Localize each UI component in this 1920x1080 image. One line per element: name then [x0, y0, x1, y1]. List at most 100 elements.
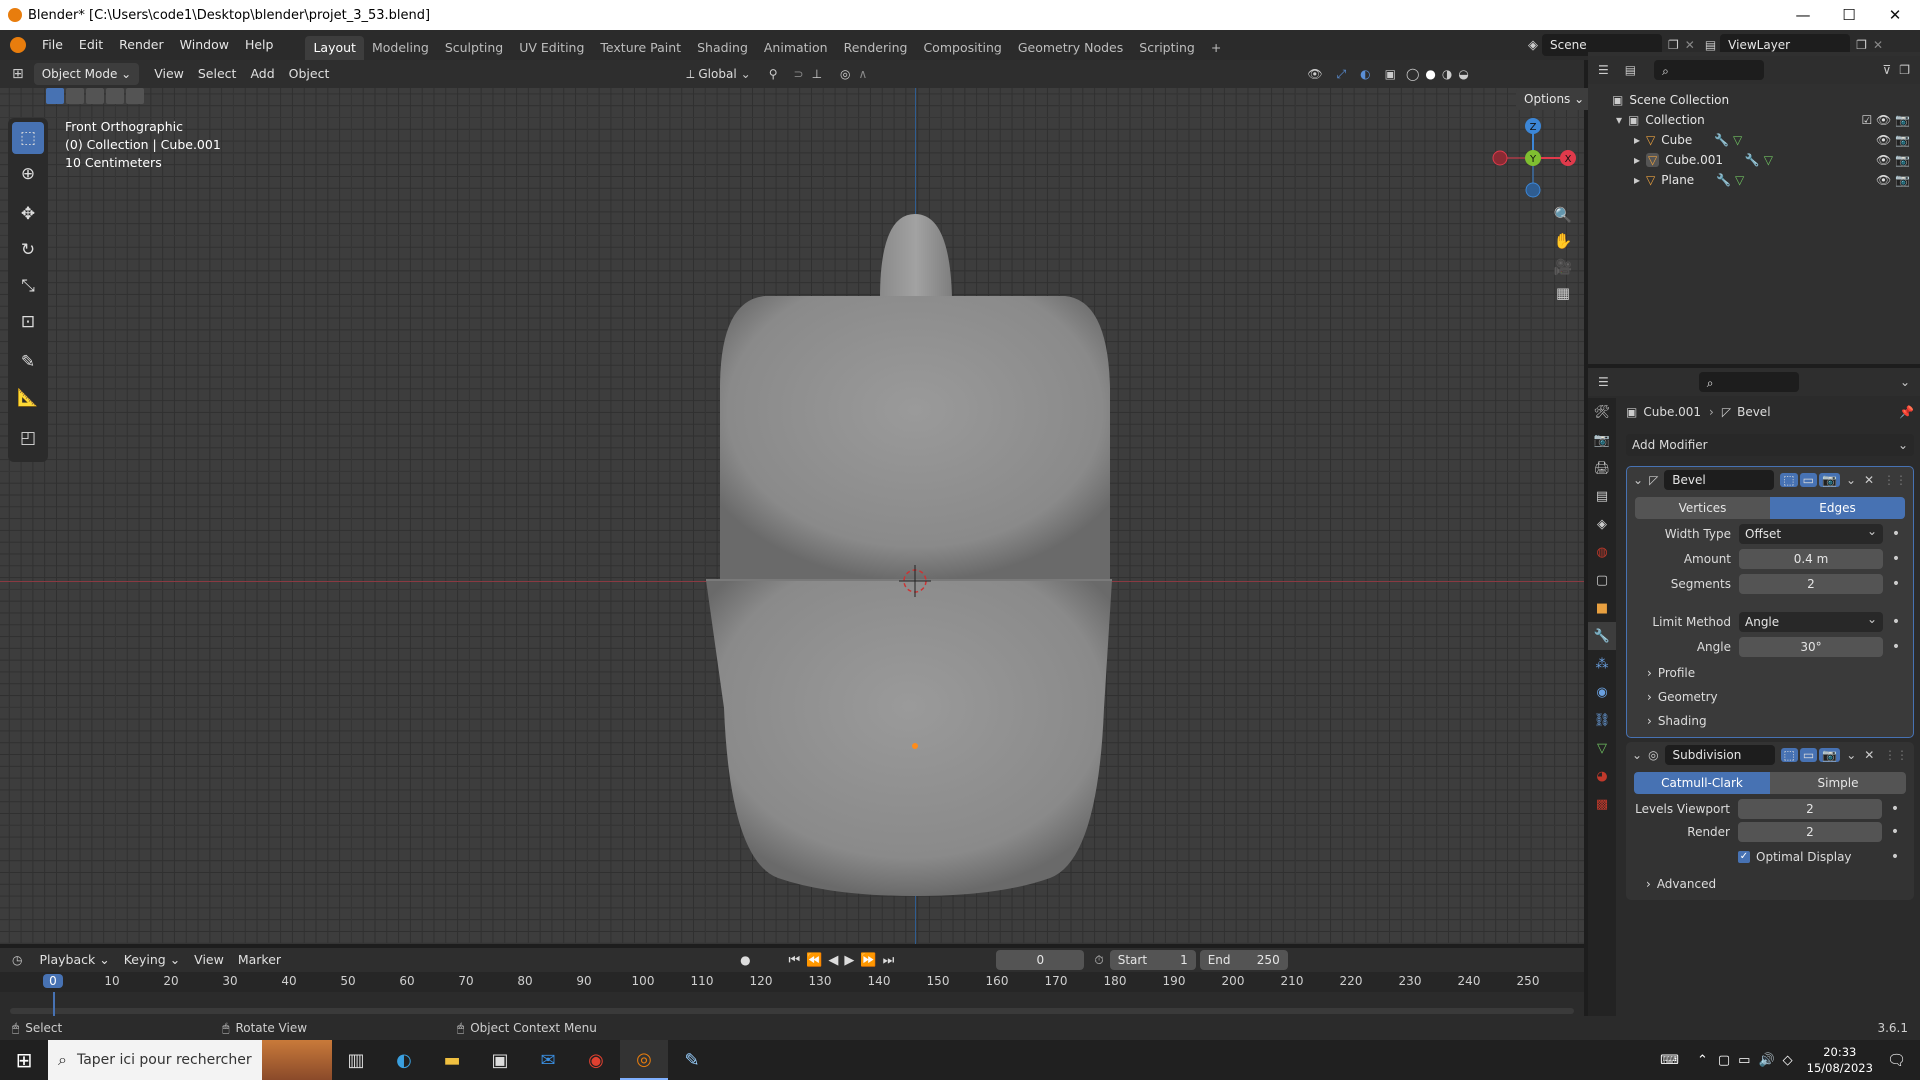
item-visibility-icons[interactable]: 👁 📷	[1876, 130, 1910, 150]
pan-hand-icon[interactable]: ✋	[1550, 228, 1576, 254]
minimize-button[interactable]: —	[1780, 0, 1826, 30]
orientation-dropdown[interactable]: ⟂ Global ⌄	[686, 67, 750, 82]
menu-add[interactable]: Add	[243, 63, 281, 85]
transform-tool-icon[interactable]: ⊡	[12, 306, 44, 338]
overlay-toggle-icon[interactable]: ◐	[1360, 67, 1370, 81]
blender-menu-icon[interactable]	[10, 37, 26, 53]
edges-toggle[interactable]: Edges	[1770, 497, 1905, 519]
menu-object[interactable]: Object	[282, 63, 337, 85]
select-subtract-icon[interactable]	[86, 88, 104, 104]
modifier-tab-icon[interactable]: 🔧	[1588, 622, 1616, 650]
modifier-menu-icon[interactable]: ⌄	[1846, 748, 1856, 762]
wireframe-shading-icon[interactable]: ◯	[1406, 67, 1419, 81]
remove-modifier-icon[interactable]: ✕	[1864, 473, 1874, 487]
render-levels-field[interactable]: 2	[1738, 822, 1882, 842]
upper-body[interactable]	[720, 296, 1110, 581]
expand-icon[interactable]: ▸	[1634, 133, 1640, 147]
keyboard-icon[interactable]: ⌨	[1660, 1053, 1679, 1068]
add-workspace-button[interactable]: +	[1203, 36, 1229, 60]
material-tab-icon[interactable]: ◕	[1588, 762, 1616, 790]
tab-layout[interactable]: Layout	[305, 36, 364, 60]
keyframe-dot-icon[interactable]: •	[1889, 576, 1903, 592]
constraints-tab-icon[interactable]: ⛓	[1588, 706, 1616, 734]
item-visibility-icons[interactable]: 👁 📷	[1876, 150, 1910, 170]
filter-icon[interactable]: ⊽	[1882, 63, 1891, 77]
select-intersect-icon[interactable]	[126, 88, 144, 104]
optimal-display-checkbox[interactable]: ✓	[1738, 851, 1750, 863]
viewport-toggle-icon[interactable]: ▭	[1799, 748, 1818, 762]
new-viewlayer-icon[interactable]: ❐	[1856, 38, 1867, 52]
material-shading-icon[interactable]: ◑	[1442, 67, 1452, 81]
add-cube-tool-icon[interactable]: ◰	[12, 422, 44, 454]
keyframe-dot-icon[interactable]: •	[1888, 801, 1902, 817]
geometry-subpanel[interactable]: › Geometry	[1627, 685, 1913, 709]
tab-uv-editing[interactable]: UV Editing	[511, 36, 592, 60]
perspective-grid-icon[interactable]: ▦	[1550, 280, 1576, 306]
collection-row[interactable]: ▾ ▣ Collection ☑ 👁 📷	[1588, 110, 1920, 130]
tab-scripting[interactable]: Scripting	[1131, 36, 1203, 60]
keyframe-dot-icon[interactable]: •	[1889, 639, 1903, 655]
outliner-search-input[interactable]: ⌕	[1654, 60, 1765, 80]
move-tool-icon[interactable]: ✥	[12, 198, 44, 230]
keyframe-dot-icon[interactable]: •	[1889, 526, 1903, 542]
annotate-tool-icon[interactable]: ✎	[12, 346, 44, 378]
scale-tool-icon[interactable]: ⤡	[12, 270, 44, 302]
modifier-menu-icon[interactable]: ⌄	[1846, 473, 1856, 487]
mesh-object[interactable]	[0, 88, 1584, 944]
top-knob[interactable]	[880, 214, 952, 300]
viewlayer-icon[interactable]: ▤	[1705, 38, 1716, 52]
view-layer-tab-icon[interactable]: ▤	[1588, 482, 1616, 510]
render-toggle-icon[interactable]: 📷	[1818, 473, 1840, 487]
pin-icon[interactable]: 📌	[1899, 405, 1914, 419]
rotate-tool-icon[interactable]: ↻	[12, 234, 44, 266]
measure-tool-icon[interactable]: 📐	[12, 382, 44, 414]
pivot-icon[interactable]: ⚲	[769, 67, 778, 81]
render-tab-icon[interactable]: 📷	[1588, 426, 1616, 454]
world-tab-icon[interactable]: ◍	[1588, 538, 1616, 566]
keyframe-dot-icon[interactable]: •	[1889, 551, 1903, 567]
taskbar-search[interactable]: ⌕ Taper ici pour rechercher	[48, 1040, 332, 1080]
keyframe-dot-icon[interactable]: •	[1889, 614, 1903, 630]
falloff-icon[interactable]: ∧	[859, 67, 868, 81]
end-frame-field[interactable]: End 250	[1199, 950, 1288, 970]
texture-tab-icon[interactable]: ▩	[1588, 790, 1616, 818]
item-visibility-icons[interactable]: 👁 📷	[1876, 170, 1910, 190]
simple-toggle[interactable]: Simple	[1770, 772, 1906, 794]
physics-tab-icon[interactable]: ◉	[1588, 678, 1616, 706]
mode-dropdown[interactable]: Object Mode ⌄	[33, 63, 140, 85]
current-frame-field[interactable]: 0	[996, 950, 1085, 970]
snap-target-icon[interactable]: ⊥	[812, 67, 822, 81]
navigation-gizmo[interactable]: Z X Y	[1490, 118, 1576, 204]
select-extend-icon[interactable]	[66, 88, 84, 104]
vertices-toggle[interactable]: Vertices	[1635, 497, 1770, 519]
object-tab-icon[interactable]: ■	[1588, 594, 1616, 622]
expand-icon[interactable]: ▾	[1616, 113, 1622, 127]
outliner-item-cube[interactable]: ▸ ▽ Cube 🔧 ▽ 👁 📷	[1588, 130, 1920, 150]
scene-tab-icon[interactable]: ◈	[1588, 510, 1616, 538]
blender-taskbar-icon[interactable]: ◎	[620, 1040, 668, 1080]
levels-viewport-field[interactable]: 2	[1738, 799, 1882, 819]
zoom-icon[interactable]: 🔍	[1550, 202, 1576, 228]
outliner-item-cube-001[interactable]: ▸ ▽ Cube.001 🔧 ▽ 👁 📷	[1588, 150, 1920, 170]
menu-help[interactable]: Help	[237, 34, 282, 56]
start-frame-field[interactable]: Start 1	[1109, 950, 1196, 970]
outliner-editor-icon[interactable]: ☰	[1598, 63, 1609, 77]
display-mode-icon[interactable]: ▤	[1625, 63, 1636, 77]
angle-field[interactable]: 30°	[1739, 637, 1883, 657]
mail-icon[interactable]: ✉	[524, 1040, 572, 1080]
task-view-icon[interactable]: ▥	[332, 1040, 380, 1080]
keying-menu[interactable]: Keying ⌄	[117, 949, 187, 971]
segments-field[interactable]: 2	[1739, 574, 1883, 594]
shading-subpanel[interactable]: › Shading	[1627, 709, 1913, 733]
timeline-view-menu[interactable]: View	[187, 949, 231, 971]
properties-search-input[interactable]: ⌕	[1698, 372, 1799, 392]
select-invert-icon[interactable]	[106, 88, 124, 104]
amount-field[interactable]: 0.4 m	[1739, 549, 1883, 569]
output-tab-icon[interactable]: 🖨	[1588, 454, 1616, 482]
snap-icon[interactable]: ⊃	[794, 67, 804, 81]
tool-tab-icon[interactable]: 🛠	[1588, 398, 1616, 426]
paint-icon[interactable]: ✎	[668, 1040, 716, 1080]
collection-tab-icon[interactable]: ▢	[1588, 566, 1616, 594]
delete-viewlayer-icon[interactable]: ✕	[1873, 38, 1883, 52]
edge-icon[interactable]: ◐	[380, 1040, 428, 1080]
